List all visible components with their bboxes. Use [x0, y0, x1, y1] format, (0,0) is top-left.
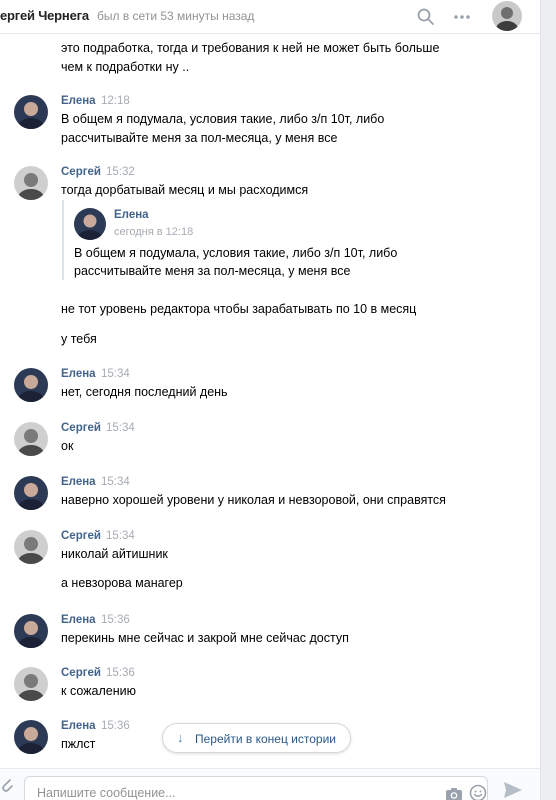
message-text: перекинь мне сейчас и закрой мне сейчас … — [61, 631, 349, 645]
forwarded-date: сегодня в 12:18 — [114, 226, 194, 238]
contact-name[interactable]: ергей Чернега — [0, 8, 89, 23]
avatar-sergey[interactable] — [14, 667, 48, 701]
author-name[interactable]: Сергей — [61, 667, 101, 679]
forwarded-message[interactable]: Елена сегодня в 12:18 В общем я подумала… — [62, 200, 462, 280]
paperclip-icon[interactable] — [0, 777, 14, 793]
avatar-sergey[interactable] — [14, 166, 48, 200]
author-name[interactable]: Сергей — [61, 530, 101, 542]
jump-to-end-button[interactable]: ↓ Перейти в конец истории — [162, 723, 351, 753]
more-icon[interactable] — [450, 5, 474, 29]
smile-icon[interactable] — [469, 784, 487, 800]
search-icon[interactable] — [414, 5, 438, 29]
camera-icon[interactable] — [445, 786, 463, 800]
chat-panel: ергей Чернега был в сети 53 минуты назад… — [0, 0, 540, 800]
message-time[interactable]: 15:34 — [106, 422, 135, 434]
scroll-strip[interactable] — [540, 0, 556, 800]
author-name[interactable]: Сергей — [61, 422, 101, 434]
send-icon[interactable] — [503, 781, 523, 799]
message-time[interactable]: 15:32 — [106, 166, 135, 178]
message-time[interactable]: 15:36 — [101, 614, 130, 626]
message-time[interactable]: 12:18 — [101, 95, 130, 107]
avatar-elena[interactable] — [14, 476, 48, 510]
message-text: у тебя — [61, 332, 97, 346]
message-text: к сожалению — [61, 684, 136, 698]
message-input-box[interactable] — [24, 776, 488, 800]
avatar-elena[interactable] — [14, 720, 48, 754]
jump-to-end-label: Перейти в конец истории — [195, 732, 336, 746]
message-text: а невзорова манагер — [61, 576, 183, 590]
contact-status: был в сети 53 минуты назад — [97, 9, 255, 23]
avatar-elena[interactable] — [74, 208, 106, 240]
forwarded-author[interactable]: Елена — [114, 209, 149, 221]
message-text: чем к подработки ну .. — [61, 60, 190, 74]
avatar-elena[interactable] — [14, 368, 48, 402]
message-composer — [0, 768, 540, 800]
message-text: ок — [61, 439, 74, 453]
forwarded-text: В общем я подумала, условия такие, либо … — [74, 246, 398, 260]
forwarded-text: рассчитывайте меня за пол-месяца, у меня… — [74, 264, 351, 278]
author-name[interactable]: Елена — [61, 720, 96, 732]
avatar-elena[interactable] — [14, 95, 48, 129]
author-name[interactable]: Елена — [61, 368, 96, 380]
message-text: рассчитывайте меня за пол-месяца, у меня… — [61, 131, 338, 145]
message-time[interactable]: 15:34 — [101, 476, 130, 488]
author-name[interactable]: Елена — [61, 476, 96, 488]
author-name[interactable]: Елена — [61, 95, 96, 107]
message-text: это подработка, тогда и требования к ней… — [61, 41, 440, 55]
author-name[interactable]: Сергей — [61, 166, 101, 178]
arrow-down-icon: ↓ — [177, 730, 184, 745]
message-time[interactable]: 15:34 — [101, 368, 130, 380]
message-text: пжлст — [61, 737, 96, 751]
author-name[interactable]: Елена — [61, 614, 96, 626]
message-input[interactable] — [37, 786, 397, 800]
message-time[interactable]: 15:36 — [106, 667, 135, 679]
message-time[interactable]: 15:36 — [101, 720, 130, 732]
message-text: николай айтишник — [61, 547, 168, 561]
chat-header: ергей Чернега был в сети 53 минуты назад — [0, 0, 540, 34]
message-text: не тот уровень редактора чтобы зарабатыв… — [61, 302, 417, 316]
message-time[interactable]: 15:34 — [106, 530, 135, 542]
avatar-sergey[interactable] — [14, 530, 48, 564]
contact-avatar[interactable] — [492, 1, 522, 31]
message-text: наверно хорошей уровени у николая и невз… — [61, 493, 446, 507]
message-text: нет, сегодня последний день — [61, 385, 228, 399]
avatar-elena[interactable] — [14, 614, 48, 648]
avatar-sergey[interactable] — [14, 422, 48, 456]
message-text: тогда дорбатывай месяц и мы расходимся — [61, 183, 309, 197]
message-text: В общем я подумала, условия такие, либо … — [61, 112, 385, 126]
